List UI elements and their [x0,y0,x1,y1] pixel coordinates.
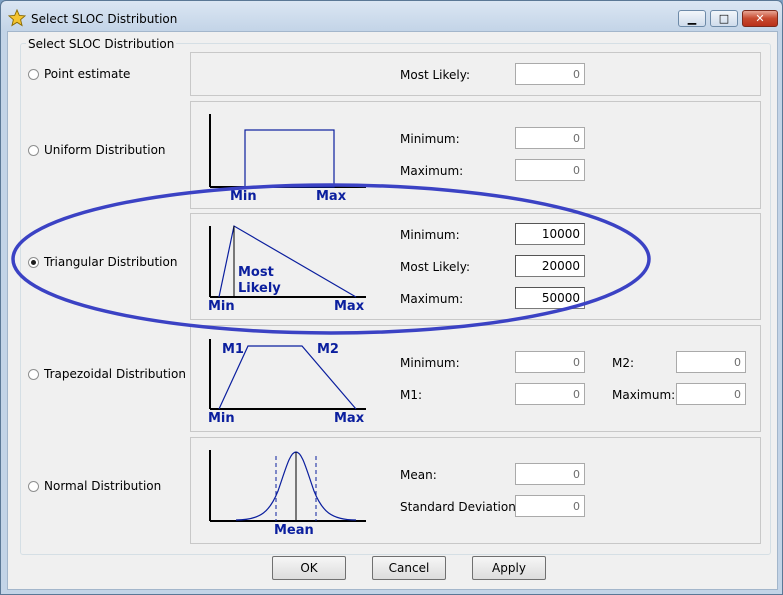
dialog-window: Select SLOC Distribution ▁ □ ✕ Select SL… [0,0,783,595]
radio-trapezoidal-circle[interactable] [28,368,39,380]
normal-distribution-diagram: Mean [209,450,366,538]
radio-normal-circle[interactable] [28,480,39,492]
trapezoidal-m1-field[interactable]: 0 [515,383,585,405]
star-app-icon [8,9,26,27]
normal-mean-field[interactable]: 0 [515,463,585,485]
radio-normal[interactable]: Normal Distribution [28,479,161,493]
radio-triangular-label: Triangular Distribution [44,255,178,269]
maximize-icon: □ [718,12,730,25]
radio-point-estimate-label: Point estimate [44,67,131,81]
trapezoidal-distribution-diagram: M1 M2 Min Max [208,339,366,426]
uniform-max-label: Max [316,189,347,204]
radio-uniform-label: Uniform Distribution [44,143,166,157]
trapezoidal-m2-label: M2 [317,342,339,357]
normal-panel: Mean Mean: 0 Standard Deviation: 0 [190,437,761,544]
point-most-likely-label: Most Likely: [400,68,470,82]
trapezoidal-minimum-field[interactable]: 0 [515,351,585,373]
trapezoidal-m1-field-label: M1: [400,388,423,402]
triangular-most-likely-label: Most Likely: [400,260,470,274]
trapezoidal-m1-label: M1 [222,342,244,357]
radio-uniform-circle[interactable] [28,144,39,156]
minimize-button[interactable]: ▁ [678,10,706,27]
apply-button[interactable]: Apply [472,556,546,580]
radio-trapezoidal[interactable]: Trapezoidal Distribution [28,367,186,381]
normal-mean-field-label: Mean: [400,468,437,482]
radio-triangular[interactable]: Triangular Distribution [28,255,177,269]
uniform-minimum-label: Minimum: [400,132,460,146]
trapezoidal-max-label: Max [334,411,365,426]
triangular-panel: Most Likely Min Max Minimum: 10000 Most … [190,213,761,320]
radio-triangular-circle[interactable] [28,256,39,268]
triangular-min-label: Min [208,299,235,314]
trapezoidal-m2-field-label: M2: [612,356,635,370]
triangular-maximum-label: Maximum: [400,292,464,306]
minimize-icon: ▁ [687,12,697,25]
close-icon: ✕ [755,12,765,25]
triangular-minimum-field[interactable]: 10000 [515,223,585,245]
triangular-minimum-label: Minimum: [400,228,460,242]
trapezoidal-maximum-field[interactable]: 0 [676,383,746,405]
trapezoidal-panel: M1 M2 Min Max Minimum: 0 M1: 0 M2: 0 Max… [190,325,761,432]
normal-sd-label: Standard Deviation: [400,500,520,514]
radio-normal-label: Normal Distribution [44,479,162,493]
normal-sd-field[interactable]: 0 [515,495,585,517]
triangular-likely-label: Likely [238,281,281,296]
group-label: Select SLOC Distribution [26,37,177,51]
point-estimate-panel: Most Likely: 0 [190,52,761,96]
maximize-button[interactable]: □ [710,10,738,27]
uniform-minimum-field[interactable]: 0 [515,127,585,149]
triangular-most-label: Most [238,265,274,280]
radio-trapezoidal-label: Trapezoidal Distribution [44,367,186,381]
radio-point-estimate-circle[interactable] [28,68,39,80]
normal-mean-label: Mean [274,523,314,538]
window-title: Select SLOC Distribution [31,12,178,26]
uniform-distribution-diagram: Min Max [209,114,366,204]
cancel-button[interactable]: Cancel [372,556,446,580]
triangular-max-label: Max [334,299,365,314]
trapezoidal-minimum-label: Minimum: [400,356,460,370]
uniform-min-label: Min [230,189,257,204]
triangular-most-likely-field[interactable]: 20000 [515,255,585,277]
radio-uniform[interactable]: Uniform Distribution [28,143,166,157]
title-bar[interactable]: Select SLOC Distribution ▁ □ ✕ [1,1,782,35]
uniform-maximum-field[interactable]: 0 [515,159,585,181]
uniform-maximum-label: Maximum: [400,164,464,178]
uniform-panel: Min Max Minimum: 0 Maximum: 0 [190,101,761,209]
trapezoidal-min-label: Min [208,411,235,426]
close-button[interactable]: ✕ [742,10,778,27]
radio-point-estimate[interactable]: Point estimate [28,67,130,81]
trapezoidal-maximum-label: Maximum: [612,388,676,402]
trapezoidal-m2-field[interactable]: 0 [676,351,746,373]
triangular-maximum-field[interactable]: 50000 [515,287,585,309]
dialog-client-area: Select SLOC Distribution Point estimate … [7,31,778,590]
ok-button[interactable]: OK [272,556,346,580]
point-most-likely-field[interactable]: 0 [515,63,585,85]
triangular-distribution-diagram: Most Likely Min Max [208,225,366,314]
